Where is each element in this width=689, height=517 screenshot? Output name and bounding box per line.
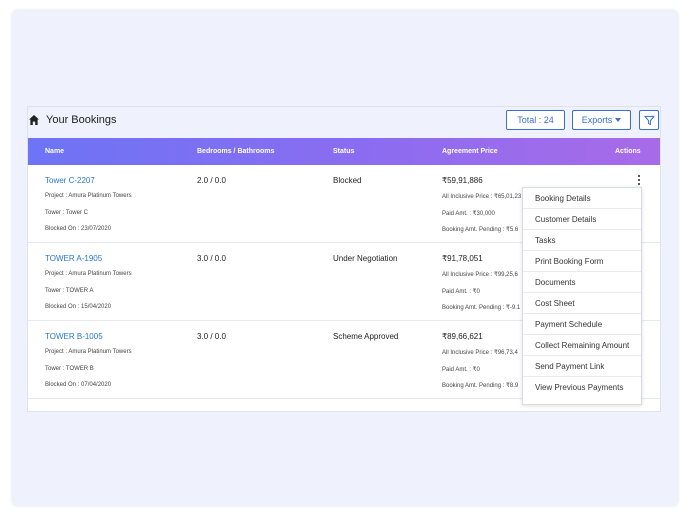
project-text: Project : Amura Platinum Towers xyxy=(45,193,132,199)
blocked-on-text: Blocked On : 07/04/2020 xyxy=(45,382,112,388)
booking-name-link[interactable]: Tower C-2207 xyxy=(45,176,95,185)
menu-item-customer-details[interactable]: Customer Details xyxy=(523,209,641,230)
bookings-toolbar: Your Bookings Total : 24 Exports xyxy=(28,107,660,138)
exports-label: Exports xyxy=(581,115,613,125)
booking-name-link[interactable]: TOWER B-1005 xyxy=(45,332,103,341)
pending-amount-text: Booking Amt. Pending : ₹8.9 xyxy=(442,383,519,389)
agreement-price-text: ₹59,91,886 xyxy=(442,176,483,185)
booking-name-link[interactable]: TOWER A-1905 xyxy=(45,254,102,263)
paid-amount-text: Paid Amt. : ₹30,000 xyxy=(442,211,495,217)
menu-item-documents[interactable]: Documents xyxy=(523,272,641,293)
pending-amount-text: Booking Amt. Pending : ₹5.6 xyxy=(442,227,519,233)
tower-text: Tower : TOWER B xyxy=(45,366,94,372)
bed-bath-text: 3.0 / 0.0 xyxy=(197,254,226,263)
agreement-price-text: ₹89,66,621 xyxy=(442,332,483,341)
all-inclusive-text: All Inclusive Price : ₹96,73,4 xyxy=(442,350,518,356)
filter-button[interactable] xyxy=(639,110,659,130)
blocked-on-text: Blocked On : 15/04/2020 xyxy=(45,304,112,310)
project-text: Project : Amura Platinum Towers xyxy=(45,349,132,355)
project-text: Project : Amura Platinum Towers xyxy=(45,271,132,277)
actions-dropdown-menu: Booking Details Customer Details Tasks P… xyxy=(522,187,642,405)
all-inclusive-text: All Inclusive Price : ₹65,01,23 xyxy=(442,194,522,200)
menu-item-print-booking-form[interactable]: Print Booking Form xyxy=(523,251,641,272)
menu-item-cost-sheet[interactable]: Cost Sheet xyxy=(523,293,641,314)
bed-bath-text: 3.0 / 0.0 xyxy=(197,332,226,341)
column-header-name: Name xyxy=(45,148,65,155)
column-header-bed-bath: Bedrooms / Bathrooms xyxy=(197,148,275,155)
paid-amount-text: Paid Amt. : ₹0 xyxy=(442,367,480,373)
total-button[interactable]: Total : 24 xyxy=(506,110,565,130)
table-header: Name Bedrooms / Bathrooms Status Agreeme… xyxy=(28,138,660,165)
status-text: Under Negotiation xyxy=(333,254,398,263)
menu-item-send-payment-link[interactable]: Send Payment Link xyxy=(523,356,641,377)
filter-icon xyxy=(643,115,655,125)
menu-item-booking-details[interactable]: Booking Details xyxy=(523,188,641,209)
all-inclusive-text: All Inclusive Price : ₹99,25,6 xyxy=(442,272,518,278)
caret-down-icon xyxy=(615,118,622,122)
column-header-agreement-price: Agreement Price xyxy=(442,148,498,155)
status-text: Scheme Approved xyxy=(333,332,399,341)
menu-item-tasks[interactable]: Tasks xyxy=(523,230,641,251)
paid-amount-text: Paid Amt. : ₹0 xyxy=(442,289,480,295)
menu-item-view-previous-payments[interactable]: View Previous Payments xyxy=(523,377,641,398)
tower-text: Tower : TOWER A xyxy=(45,288,94,294)
page-title: Your Bookings xyxy=(46,114,117,126)
agreement-price-text: ₹91,78,051 xyxy=(442,254,483,263)
blocked-on-text: Blocked On : 23/07/2020 xyxy=(45,226,112,232)
menu-item-payment-schedule[interactable]: Payment Schedule xyxy=(523,314,641,335)
home-icon xyxy=(29,115,39,125)
exports-button[interactable]: Exports xyxy=(572,110,631,130)
bed-bath-text: 2.0 / 0.0 xyxy=(197,176,226,185)
column-header-actions: Actions xyxy=(615,148,641,155)
kebab-menu-icon[interactable] xyxy=(638,175,641,187)
column-header-status: Status xyxy=(333,148,355,155)
menu-item-collect-remaining-amount[interactable]: Collect Remaining Amount xyxy=(523,335,641,356)
page-title-wrap: Your Bookings xyxy=(28,111,117,129)
status-text: Blocked xyxy=(333,176,362,185)
pending-amount-text: Booking Amt. Pending : ₹-9.1 xyxy=(442,305,521,311)
tower-text: Tower : Tower C xyxy=(45,210,88,216)
